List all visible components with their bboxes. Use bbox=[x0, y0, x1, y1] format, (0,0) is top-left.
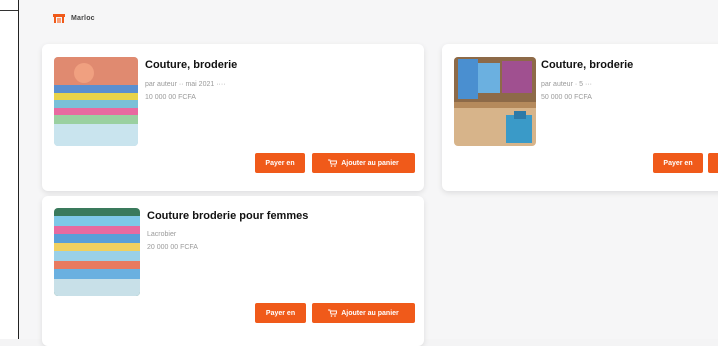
product-author: Lacrobier bbox=[147, 231, 177, 238]
add-to-cart-button[interactable] bbox=[708, 153, 718, 173]
cart-icon bbox=[328, 309, 338, 317]
product-card[interactable]: Couture, broderie par auteur ·· mai 2021… bbox=[42, 44, 424, 191]
product-card[interactable]: Couture, broderie par auteur · 5 ··· 50 … bbox=[442, 44, 718, 191]
product-title[interactable]: Couture, broderie bbox=[145, 59, 237, 71]
product-author: par auteur · 5 ··· bbox=[541, 81, 592, 88]
buy-button[interactable]: Payer en bbox=[255, 303, 306, 323]
product-image[interactable] bbox=[454, 57, 536, 146]
cart-icon bbox=[328, 159, 338, 167]
brand-logo-icon bbox=[52, 12, 66, 24]
brand-name: Marloc bbox=[71, 14, 95, 22]
add-to-cart-button[interactable]: Ajouter au panier bbox=[312, 303, 415, 323]
product-image[interactable] bbox=[54, 208, 140, 296]
product-price: 10 000 00 FCFA bbox=[145, 94, 196, 101]
brand[interactable]: Marloc bbox=[52, 12, 95, 24]
product-author: par auteur ·· mai 2021 ···· bbox=[145, 81, 226, 88]
divider bbox=[0, 10, 18, 11]
buy-button[interactable]: Payer en bbox=[255, 153, 305, 173]
buy-button[interactable]: Payer en bbox=[653, 153, 703, 173]
product-image[interactable] bbox=[54, 57, 138, 146]
product-title[interactable]: Couture, broderie bbox=[541, 59, 633, 71]
product-title[interactable]: Couture broderie pour femmes bbox=[147, 210, 308, 222]
product-price: 20 000 00 FCFA bbox=[147, 244, 198, 251]
product-price: 50 000 00 FCFA bbox=[541, 94, 592, 101]
product-card[interactable]: Couture broderie pour femmes Lacrobier 2… bbox=[42, 196, 424, 346]
left-margin bbox=[0, 0, 18, 339]
add-to-cart-button[interactable]: Ajouter au panier bbox=[312, 153, 415, 173]
